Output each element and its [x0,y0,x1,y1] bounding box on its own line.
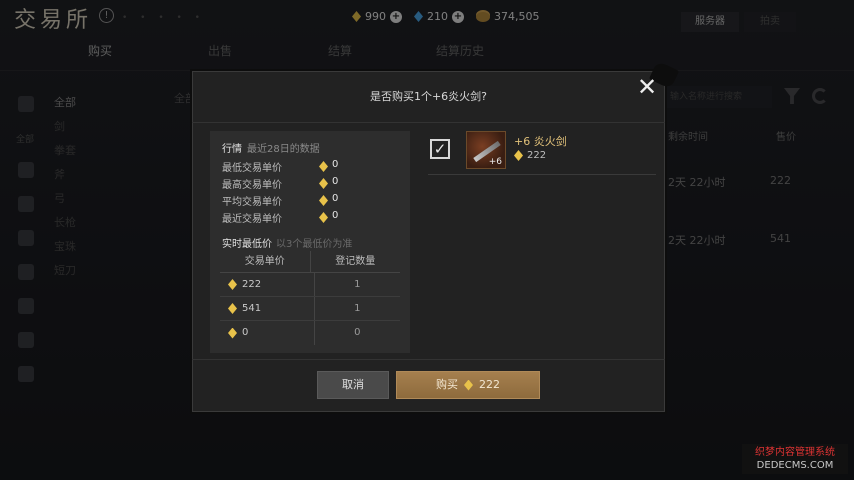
price-cell: 0 [220,321,315,345]
price-cell: 541 [220,297,315,320]
market-heading-text: 行情 [222,144,242,155]
buy-button-label: 购买 [436,378,458,391]
market-info-panel: 行情 最近28日的数据 最低交易单价 0 最高交易单价 0 平均交易单价 0 最近… [210,131,410,353]
gold-diamond-icon [319,178,328,189]
watermark-line1: 织梦内容管理系统 [755,447,835,458]
dialog-title: 是否购买1个+6炎火剑? [192,71,665,123]
gold-diamond-icon [228,279,237,290]
enhance-level: +6 [488,157,502,167]
footer-divider [192,359,665,360]
item-price-value: 222 [527,150,547,161]
watermark: 织梦内容管理系统 DEDECMS.COM [742,444,848,474]
stat-value: 0 [332,159,339,170]
market-stat-row: 最低交易单价 0 [222,159,402,175]
item-price: 222 [514,150,546,161]
market-heading: 行情 最近28日的数据 [222,140,320,155]
realtime-heading: 实时最低价 以3个最低价为准 [222,235,352,250]
realtime-heading-text: 实时最低价 [222,239,272,250]
quantity-cell: 1 [354,279,361,290]
stat-label: 最近交易单价 [222,214,282,225]
gold-diamond-icon [514,150,523,161]
item-thumbnail[interactable]: +6 [466,131,506,169]
stat-value: 0 [332,210,339,221]
close-icon[interactable]: ✕ [634,75,660,101]
table-row: 222 1 [220,273,400,297]
stat-value: 0 [332,176,339,187]
gold-diamond-icon [464,379,473,391]
item-name: +6 炎火剑 [514,135,567,148]
quantity-cell: 1 [354,303,361,314]
gold-diamond-icon [319,195,328,206]
price-cell: 222 [220,273,315,296]
quantity-cell: 0 [354,327,361,338]
item-checkbox[interactable]: ✓ [430,139,450,159]
price-value: 0 [242,327,249,338]
cancel-button[interactable]: 取消 [317,371,389,399]
header-unit-price: 交易单价 [220,251,311,272]
gold-diamond-icon [228,303,237,314]
realtime-subheading: 以3个最低价为准 [276,239,353,250]
table-header: 交易单价 登记数量 [220,251,400,273]
gold-diamond-icon [228,327,237,339]
stat-label: 平均交易单价 [222,197,282,208]
buy-button-price: 222 [479,378,500,391]
market-subheading: 最近28日的数据 [247,144,320,155]
price-value: 222 [242,278,262,290]
purchase-confirm-dialog: 是否购买1个+6炎火剑? ✕ 行情 最近28日的数据 最低交易单价 0 最高交易单… [190,60,680,414]
realtime-price-table: 交易单价 登记数量 222 1 541 1 0 0 [220,251,400,345]
gold-diamond-icon [319,161,328,172]
stat-value: 0 [332,193,339,204]
price-value: 541 [242,302,262,314]
stat-label: 最高交易单价 [222,180,282,191]
gold-diamond-icon [319,212,328,223]
buy-button[interactable]: 购买 222 [396,371,540,399]
table-row: 0 0 [220,321,400,345]
market-stat-row: 最近交易单价 0 [222,210,402,226]
market-stat-row: 最高交易单价 0 [222,176,402,192]
watermark-line2: DEDECMS.COM [756,460,834,471]
stat-label: 最低交易单价 [222,163,282,174]
purchase-item-row: ✓ +6 +6 炎火剑 222 [428,131,656,175]
market-stat-row: 平均交易单价 0 [222,193,402,209]
table-row: 541 1 [220,297,400,321]
header-quantity: 登记数量 [335,256,376,267]
